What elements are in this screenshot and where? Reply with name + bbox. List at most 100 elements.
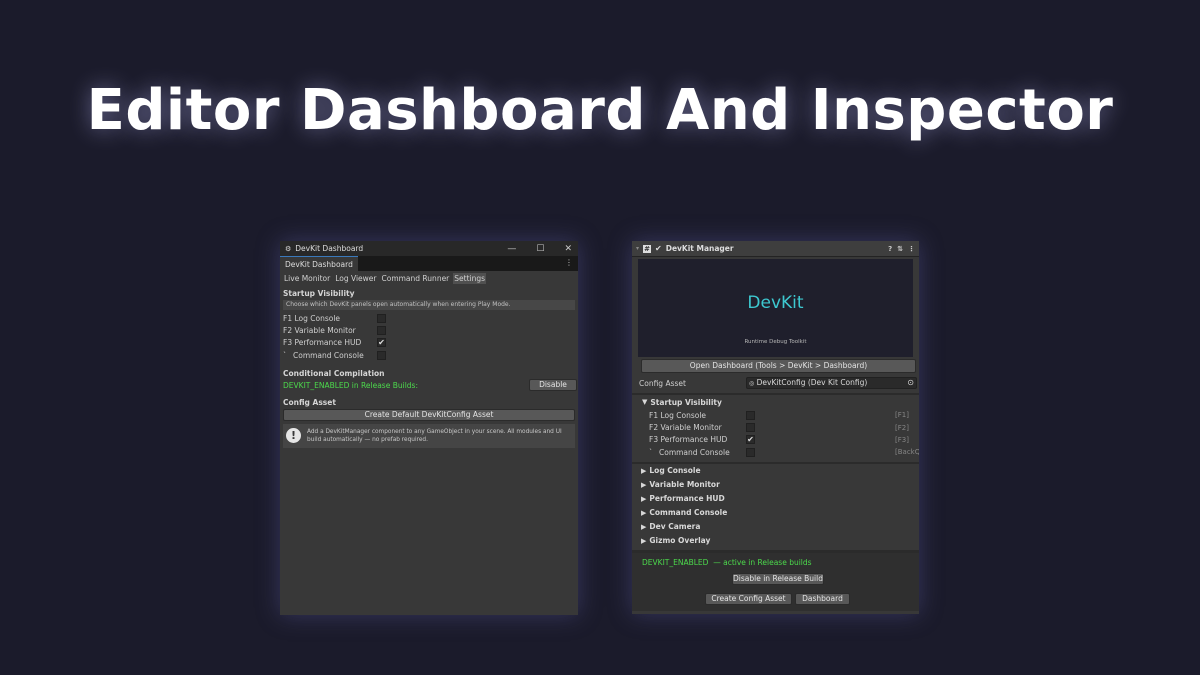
devkit-banner-title: DevKit bbox=[747, 293, 804, 313]
window-titlebar[interactable]: ⚙ DevKit Dashboard — ☐ ✕ bbox=[280, 241, 578, 256]
subtab-live-monitor[interactable]: Live Monitor bbox=[283, 273, 331, 284]
panel-row-command-console: ` Command Console bbox=[283, 349, 575, 361]
startup-help-text: Choose which DevKit panels open automati… bbox=[283, 300, 575, 310]
object-picker-icon[interactable]: ⊙ bbox=[907, 378, 914, 388]
panel-row-performance-hud: F3 Performance HUD ✔ bbox=[283, 337, 575, 349]
shortcut-label: [BackQ bbox=[895, 448, 919, 457]
config-asset-heading: Config Asset bbox=[283, 397, 336, 407]
asset-icon: ◎ bbox=[749, 380, 755, 387]
foldout-log-console[interactable]: ▶ Log Console bbox=[632, 464, 919, 478]
foldout-open-icon: ▼ bbox=[642, 398, 648, 406]
kebab-menu-icon[interactable]: ⋮ bbox=[565, 258, 573, 267]
foldout-label: Gizmo Overlay bbox=[649, 536, 711, 546]
panel-row-variable-monitor: F2 Variable Monitor [F2] bbox=[649, 421, 919, 433]
panel-label: Command Console bbox=[293, 350, 364, 360]
foldout-dev-camera[interactable]: ▶ Dev Camera bbox=[632, 520, 919, 534]
foldout-closed-icon: ▶ bbox=[641, 494, 647, 503]
panel-key: ` bbox=[283, 350, 287, 360]
panel-key: ` bbox=[649, 447, 653, 457]
devkit-manager-inspector: ▾ # ✔ DevKit Manager ? ⇅ ⋮ DevKit Runtim… bbox=[632, 241, 919, 614]
component-header[interactable]: ▾ # ✔ DevKit Manager ? ⇅ ⋮ bbox=[632, 241, 919, 257]
panel-key: F1 bbox=[283, 313, 293, 323]
dashboard-button[interactable]: Dashboard bbox=[795, 592, 850, 605]
conditional-compilation-heading: Conditional Compilation bbox=[283, 368, 385, 378]
foldout-closed-icon: ▶ bbox=[641, 480, 647, 489]
foldout-command-console[interactable]: ▶ Command Console bbox=[632, 506, 919, 520]
panel-row-performance-hud: F3 Performance HUD ✔ [F3] bbox=[649, 434, 919, 446]
config-asset-value: DevKitConfig (Dev Kit Config) bbox=[756, 378, 868, 387]
foldout-variable-monitor[interactable]: ▶ Variable Monitor bbox=[632, 478, 919, 492]
foldout-label: Command Console bbox=[649, 508, 728, 518]
close-icon[interactable]: ✕ bbox=[564, 244, 572, 254]
info-text-line2: build automatically — no prefab required… bbox=[307, 436, 428, 443]
open-dashboard-button[interactable]: Open Dashboard (Tools > DevKit > Dashboa… bbox=[641, 359, 916, 373]
panel-key: F3 bbox=[283, 338, 293, 348]
startup-visibility-foldout[interactable]: ▼ Startup Visibility bbox=[632, 395, 919, 409]
foldout-closed-icon: ▶ bbox=[641, 508, 647, 517]
foldout-label: Dev Camera bbox=[649, 522, 701, 532]
enabled-status-text: — active in Release builds bbox=[713, 558, 812, 568]
maximize-icon[interactable]: ☐ bbox=[536, 244, 544, 254]
startup-visibility-heading: Startup Visibility bbox=[650, 397, 722, 407]
info-text-line1: Add a DevKitManager component to any Gam… bbox=[307, 428, 562, 435]
panel-row-variable-monitor: F2 Variable Monitor bbox=[283, 324, 575, 336]
create-config-asset-button[interactable]: Create Config Asset bbox=[705, 592, 792, 605]
panel-key: F3 bbox=[649, 435, 659, 445]
log-console-checkbox[interactable] bbox=[746, 410, 755, 420]
shortcut-label: [F1] bbox=[895, 411, 909, 420]
minimize-icon[interactable]: — bbox=[507, 244, 516, 254]
performance-hud-checkbox[interactable]: ✔ bbox=[377, 338, 386, 348]
subtab-command-runner[interactable]: Command Runner bbox=[381, 273, 451, 284]
panel-key: F2 bbox=[283, 326, 293, 336]
variable-monitor-checkbox[interactable] bbox=[746, 423, 755, 433]
command-console-checkbox[interactable] bbox=[746, 447, 755, 457]
panel-label: Variable Monitor bbox=[294, 326, 356, 336]
enabled-toggle-icon[interactable]: ✔ bbox=[655, 244, 662, 253]
help-icon[interactable]: ? bbox=[888, 245, 892, 253]
foldout-gizmo-overlay[interactable]: ▶ Gizmo Overlay bbox=[632, 534, 919, 548]
foldout-performance-hud[interactable]: ▶ Performance HUD bbox=[632, 492, 919, 506]
component-title: DevKit Manager bbox=[665, 244, 734, 253]
info-box: ! Add a DevKitManager component to any G… bbox=[283, 423, 575, 448]
disable-button[interactable]: Disable bbox=[529, 379, 577, 392]
panel-row-log-console: F1 Log Console [F1] bbox=[649, 409, 919, 421]
shortcut-label: [F3] bbox=[895, 435, 909, 444]
panel-label: Performance HUD bbox=[294, 338, 362, 348]
panel-label: Command Console bbox=[659, 447, 730, 457]
subtab-log-viewer[interactable]: Log Viewer bbox=[334, 273, 377, 284]
panel-key: F2 bbox=[649, 423, 659, 433]
foldout-arrow-icon[interactable]: ▾ bbox=[636, 245, 639, 252]
foldout-label: Log Console bbox=[649, 466, 701, 476]
subtab-bar: Live Monitor Log Viewer Command Runner S… bbox=[280, 271, 578, 285]
page-title: Editor Dashboard And Inspector bbox=[86, 78, 1114, 143]
foldout-label: Variable Monitor bbox=[649, 480, 720, 490]
config-asset-label: Config Asset bbox=[639, 378, 686, 388]
foldout-label: Performance HUD bbox=[649, 494, 725, 504]
config-asset-field[interactable]: ◎ DevKitConfig (Dev Kit Config) ⊙ bbox=[746, 377, 917, 389]
panel-key: F1 bbox=[649, 410, 659, 420]
info-icon: ! bbox=[286, 428, 301, 444]
subtab-settings[interactable]: Settings bbox=[453, 272, 487, 284]
kebab-menu-icon[interactable]: ⋮ bbox=[908, 245, 915, 253]
panel-row-log-console: F1 Log Console bbox=[283, 312, 575, 324]
window-title: DevKit Dashboard bbox=[295, 244, 364, 253]
panel-row-command-console: ` Command Console [BackQ bbox=[649, 446, 919, 458]
shortcut-label: [F2] bbox=[895, 423, 909, 432]
disable-in-release-button[interactable]: Disable in Release Build bbox=[732, 572, 824, 585]
panel-label: Variable Monitor bbox=[660, 423, 722, 433]
variable-monitor-checkbox[interactable] bbox=[377, 326, 386, 336]
command-console-checkbox[interactable] bbox=[377, 350, 386, 360]
create-default-config-button[interactable]: Create Default DevKitConfig Asset bbox=[283, 408, 575, 421]
checkmark-icon: ✔ bbox=[747, 435, 754, 445]
performance-hud-checkbox[interactable]: ✔ bbox=[746, 435, 755, 445]
panel-label: Log Console bbox=[294, 313, 341, 323]
tab-devkit-dashboard[interactable]: DevKit Dashboard bbox=[280, 256, 358, 271]
log-console-checkbox[interactable] bbox=[377, 313, 386, 323]
devkit-dashboard-window: ⚙ DevKit Dashboard — ☐ ✕ DevKit Dashboar… bbox=[280, 241, 578, 615]
foldout-closed-icon: ▶ bbox=[641, 536, 647, 545]
devkit-banner: DevKit Runtime Debug Toolkit bbox=[638, 259, 913, 357]
enabled-flag: DEVKIT_ENABLED bbox=[642, 558, 709, 568]
foldout-closed-icon: ▶ bbox=[641, 522, 647, 531]
presets-icon[interactable]: ⇅ bbox=[897, 245, 903, 253]
startup-visibility-heading: Startup Visibility bbox=[283, 289, 355, 298]
